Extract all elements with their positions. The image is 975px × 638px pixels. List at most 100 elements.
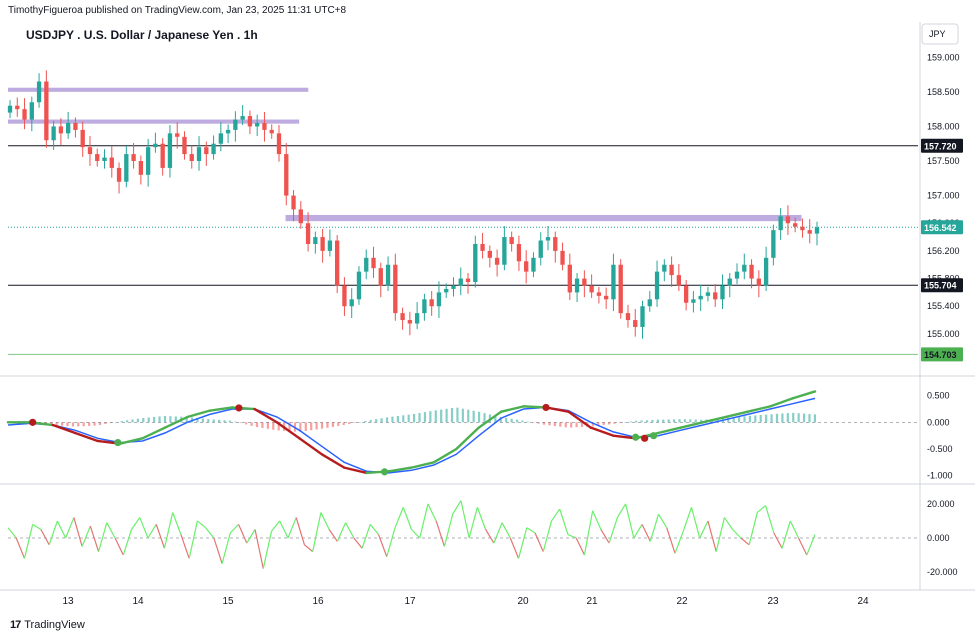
histogram-bar xyxy=(689,419,692,423)
candle-body xyxy=(436,292,442,307)
candle-body xyxy=(618,264,623,314)
osc1-tick-label: -1.000 xyxy=(927,471,953,481)
candle-body xyxy=(116,167,122,182)
candle-body xyxy=(662,264,667,272)
oscillator-segment xyxy=(781,520,791,549)
histogram-bar xyxy=(559,422,562,427)
candle-body xyxy=(683,285,689,303)
oscillator-segment xyxy=(567,534,577,539)
histogram-bar xyxy=(521,420,524,423)
candle-body xyxy=(233,119,238,130)
candle-body xyxy=(95,154,100,162)
macd-line-segment xyxy=(724,410,749,419)
time-tick-label: 17 xyxy=(404,596,416,607)
histogram-bar xyxy=(802,413,806,423)
candle-body xyxy=(633,320,638,327)
histogram-bar xyxy=(310,422,313,431)
candle-body xyxy=(87,147,93,155)
oscillator-segment xyxy=(139,517,149,539)
candle-body xyxy=(589,285,594,293)
currency-label: JPY xyxy=(929,29,946,39)
candle-body xyxy=(131,154,136,162)
candle-body xyxy=(793,223,798,227)
oscillator-segment xyxy=(56,520,67,539)
oscillator-pane-1[interactable] xyxy=(6,390,918,476)
oscillator-segment xyxy=(641,524,651,542)
cross-marker xyxy=(542,403,550,412)
candle-body xyxy=(582,278,587,286)
oscillator-segment xyxy=(81,525,91,547)
histogram-bar xyxy=(147,417,150,423)
time-tick-label: 15 xyxy=(222,596,234,607)
cross-marker xyxy=(632,433,640,441)
oscillator-segment xyxy=(797,537,808,556)
candle-body xyxy=(407,320,413,324)
histogram-bar xyxy=(472,410,475,423)
oscillator-segment xyxy=(542,520,553,552)
oscillator-segment xyxy=(501,522,511,539)
candle-body xyxy=(385,264,391,286)
histogram-bar xyxy=(142,418,145,423)
candle-body xyxy=(604,295,609,300)
candle-body xyxy=(58,126,64,134)
oscillator-segment xyxy=(131,517,141,530)
oscillator-segment xyxy=(23,524,34,559)
oscillator-segment xyxy=(658,513,668,529)
histogram-bar xyxy=(672,419,676,423)
histogram-bar xyxy=(505,417,508,423)
candle-body xyxy=(727,278,732,286)
footer-brand: TradingView xyxy=(24,619,85,631)
candle-body xyxy=(429,299,434,307)
chart-canvas[interactable]: 13 14 15 16 17 20 21 22 23 24 JPY 159.000 158.500 15… xyxy=(0,0,975,638)
candle-body xyxy=(691,299,696,303)
candle-body xyxy=(356,271,362,300)
candle-body xyxy=(596,292,602,296)
histogram-bar xyxy=(515,419,519,423)
candle-body xyxy=(763,257,769,286)
macd-line-segment xyxy=(275,421,301,440)
macd-line-segment xyxy=(298,437,324,456)
oscillator-segment xyxy=(616,503,627,518)
oscillator-segment xyxy=(369,523,380,535)
price-tag-label: 154.703 xyxy=(924,350,957,360)
oscillator-segment xyxy=(287,517,297,539)
candle-body xyxy=(262,122,267,130)
candle-body xyxy=(378,268,383,286)
histogram-bar xyxy=(223,420,226,423)
macd-line-segment xyxy=(679,421,705,429)
oscillator-segment xyxy=(271,520,281,532)
histogram-bar xyxy=(71,422,74,427)
histogram-bar xyxy=(353,422,356,424)
histogram-bar xyxy=(66,422,69,427)
oscillator-pane-2[interactable] xyxy=(7,500,918,569)
time-tick-label: 14 xyxy=(132,596,144,607)
footer: 17 TradingView xyxy=(10,619,85,631)
histogram-bar xyxy=(82,422,85,427)
histogram-bar xyxy=(564,422,567,428)
oscillator-segment xyxy=(419,503,429,539)
candle-body xyxy=(182,136,187,155)
histogram-bar xyxy=(792,412,795,423)
histogram-bar xyxy=(60,422,64,426)
histogram-bar xyxy=(261,422,264,428)
histogram-bar xyxy=(662,419,665,423)
candle-body xyxy=(654,271,660,300)
cross-marker xyxy=(650,432,658,440)
histogram-bar xyxy=(483,413,486,423)
candle-body xyxy=(458,278,463,286)
candle-body xyxy=(553,237,558,251)
histogram-bar xyxy=(342,422,345,426)
histogram-bar xyxy=(239,422,242,424)
oscillator-segment xyxy=(304,544,314,553)
candle-body xyxy=(444,288,449,293)
price-pane[interactable] xyxy=(7,70,918,355)
cross-marker xyxy=(29,418,37,426)
oscillator-segment xyxy=(674,530,684,554)
price-tick-label: 156.200 xyxy=(927,246,960,256)
oscillator-segment xyxy=(690,507,701,539)
macd-line-segment xyxy=(656,426,682,435)
oscillator-segment xyxy=(773,532,783,549)
histogram-bar xyxy=(245,422,248,425)
candle-body xyxy=(778,216,783,231)
candle-body xyxy=(749,264,754,279)
